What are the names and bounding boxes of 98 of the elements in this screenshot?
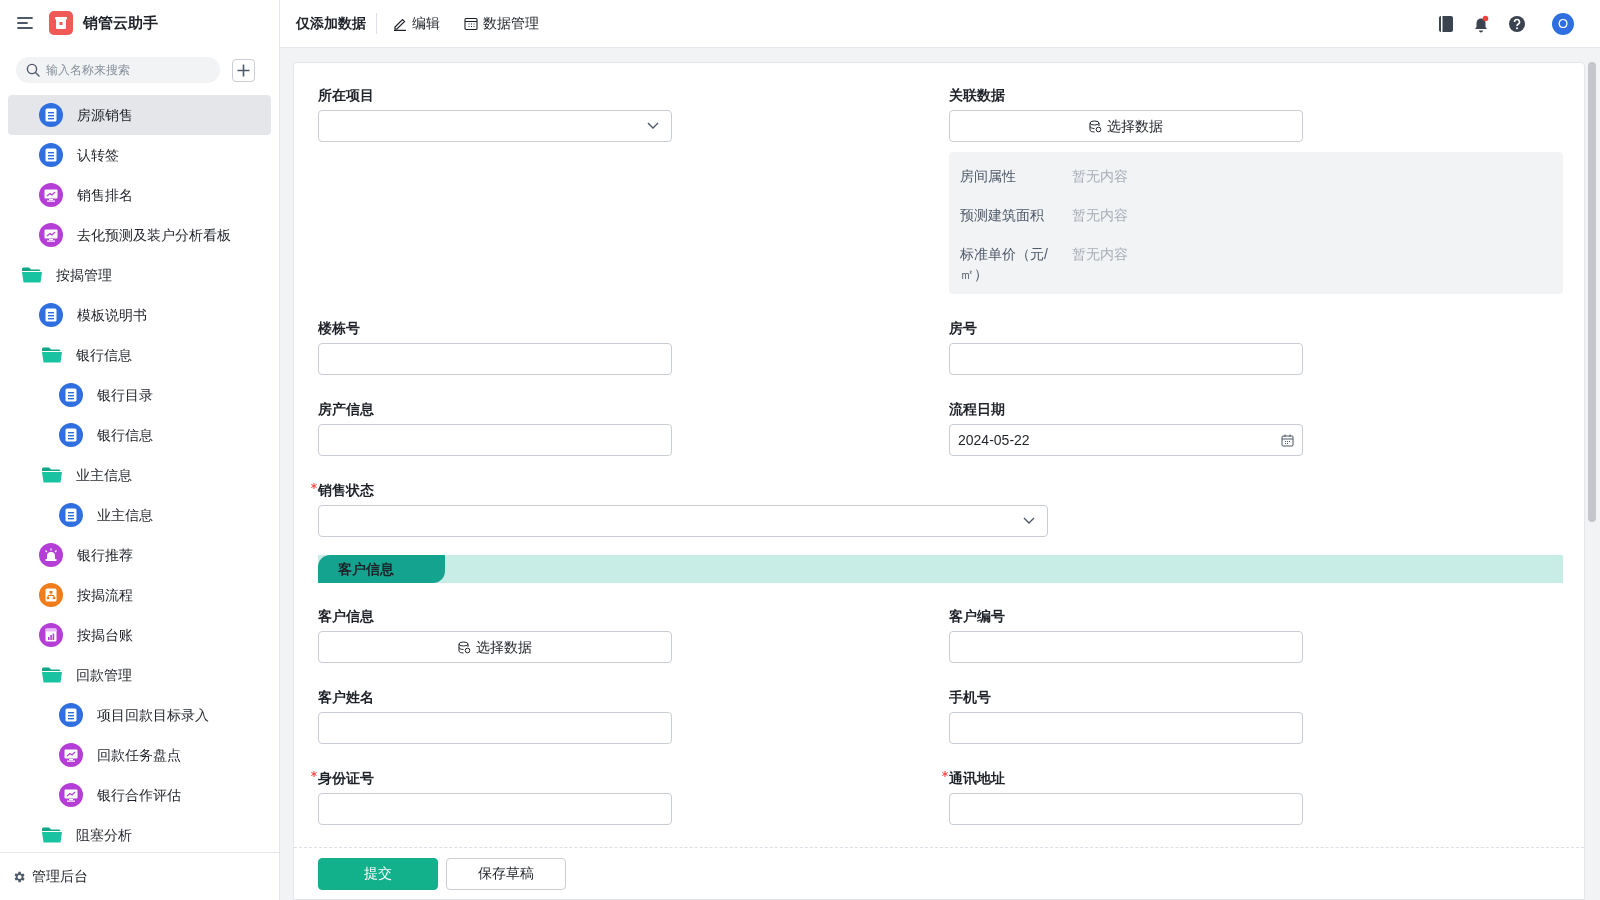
field-label: 流程日期 xyxy=(949,399,1005,419)
monitor-icon xyxy=(39,183,63,207)
detail-label: 标准单价（元/㎡） xyxy=(960,245,1049,284)
table-icon xyxy=(464,16,478,31)
field-label: 房号 xyxy=(949,318,977,338)
detail-value: 暂无内容 xyxy=(1072,206,1128,225)
input-field[interactable] xyxy=(949,793,1303,825)
sidebar-folder[interactable]: 银行信息 xyxy=(8,335,271,375)
sidebar-item[interactable]: 回款任务盘点 xyxy=(8,735,271,775)
document-icon xyxy=(59,383,83,407)
search-field[interactable]: 输入名称来搜索 xyxy=(16,57,220,83)
folder-icon xyxy=(42,347,62,363)
document-icon xyxy=(39,303,63,327)
page-title: 仅添加数据 xyxy=(296,13,377,34)
sidebar-item[interactable]: 业主信息 xyxy=(8,495,271,535)
sidebar-item[interactable]: 模板说明书 xyxy=(8,295,271,335)
field-label: 手机号 xyxy=(949,687,991,707)
sidebar-item[interactable]: 按揭台账 xyxy=(8,615,271,655)
gear-icon xyxy=(12,869,26,884)
document-icon xyxy=(59,423,83,447)
input-field[interactable] xyxy=(318,793,672,825)
detail-value: 暂无内容 xyxy=(1072,245,1128,264)
select-field[interactable] xyxy=(318,505,1048,537)
field-label: 楼栋号 xyxy=(318,318,360,338)
folder-icon xyxy=(22,267,42,283)
monitor-icon xyxy=(59,783,83,807)
field-label: 销售状态 xyxy=(318,480,374,500)
sidebar-item[interactable]: 银行合作评估 xyxy=(8,775,271,815)
save-draft-button[interactable]: 保存草稿 xyxy=(446,857,566,890)
add-button[interactable] xyxy=(232,58,255,82)
pencil-icon xyxy=(393,16,407,31)
input-field[interactable] xyxy=(949,631,1303,663)
chevron-down-icon xyxy=(647,122,659,130)
sidebar-item[interactable]: 销售排名 xyxy=(8,175,271,215)
search-icon xyxy=(26,63,40,77)
folder-icon xyxy=(42,667,62,683)
monitor-icon xyxy=(59,743,83,767)
sidebar-item[interactable]: 去化预测及装户分析看板 xyxy=(8,215,271,255)
app-title: 销管云助手 xyxy=(83,12,158,33)
section-title: 客户信息 xyxy=(318,555,445,583)
sidebar-folder[interactable]: 按揭管理 xyxy=(8,255,271,295)
user-avatar[interactable]: O xyxy=(1552,12,1574,35)
document-icon xyxy=(39,103,63,127)
input-field[interactable] xyxy=(949,712,1303,744)
date-field[interactable]: 2024-05-22 xyxy=(949,424,1303,456)
sidebar-item[interactable]: 按揭流程 xyxy=(8,575,271,615)
field-label: 身份证号 xyxy=(318,768,374,788)
edit-button[interactable]: 编辑 xyxy=(393,13,440,34)
select-field[interactable] xyxy=(318,110,672,142)
chevron-down-icon xyxy=(1023,517,1035,525)
folder-icon xyxy=(42,827,62,843)
document-icon xyxy=(59,503,83,527)
sidebar-item[interactable]: 房源销售 xyxy=(8,95,271,135)
scrollbar-thumb[interactable] xyxy=(1588,62,1596,522)
sidebar-item[interactable]: 银行信息 xyxy=(8,415,271,455)
app-logo-icon xyxy=(49,11,73,35)
sidebar-item[interactable]: 项目回款目标录入 xyxy=(8,695,271,735)
field-label: 通讯地址 xyxy=(949,768,1005,788)
field-label: 所在项目 xyxy=(318,85,374,105)
sidebar-folder[interactable]: 业主信息 xyxy=(8,455,271,495)
input-field[interactable] xyxy=(949,343,1303,375)
input-field[interactable] xyxy=(318,712,672,744)
folder-icon xyxy=(42,467,62,483)
database-icon xyxy=(458,640,471,654)
sidebar-item[interactable]: 银行目录 xyxy=(8,375,271,415)
admin-link[interactable]: 管理后台 xyxy=(0,852,279,900)
detail-label: 预测建筑面积 xyxy=(960,206,1045,225)
field-label: 关联数据 xyxy=(949,85,1005,105)
input-field[interactable] xyxy=(318,343,672,375)
siren-icon xyxy=(39,543,63,567)
sidebar-item[interactable]: 银行推荐 xyxy=(8,535,271,575)
select-data-button[interactable]: 选择数据 xyxy=(318,631,672,663)
menu-icon[interactable] xyxy=(17,16,33,30)
input-field[interactable] xyxy=(318,424,672,456)
book-icon[interactable] xyxy=(1438,14,1454,33)
field-label: 客户信息 xyxy=(318,606,374,626)
sidebar-folder[interactable]: 回款管理 xyxy=(8,655,271,695)
sidebar-folder[interactable]: 阻塞分析 xyxy=(8,815,271,852)
org-chart-icon xyxy=(39,583,63,607)
bar-chart-icon xyxy=(39,623,63,647)
document-icon xyxy=(39,143,63,167)
search-input[interactable]: 输入名称来搜索 xyxy=(46,61,210,79)
detail-label: 房间属性 xyxy=(960,167,1017,186)
field-label: 客户姓名 xyxy=(318,687,374,707)
field-label: 客户编号 xyxy=(949,606,1005,626)
calendar-icon xyxy=(1281,433,1294,447)
detail-value: 暂无内容 xyxy=(1072,167,1128,186)
help-icon[interactable] xyxy=(1508,14,1526,33)
monitor-icon xyxy=(39,223,63,247)
document-icon xyxy=(59,703,83,727)
select-data-button[interactable]: 选择数据 xyxy=(949,110,1303,142)
sidebar-item[interactable]: 认转签 xyxy=(8,135,271,175)
bell-icon[interactable] xyxy=(1472,14,1490,33)
database-icon xyxy=(1089,119,1102,133)
data-management-button[interactable]: 数据管理 xyxy=(464,13,539,34)
date-input[interactable]: 2024-05-22 xyxy=(958,429,1281,451)
field-label: 房产信息 xyxy=(318,399,374,419)
plus-icon xyxy=(237,63,250,77)
